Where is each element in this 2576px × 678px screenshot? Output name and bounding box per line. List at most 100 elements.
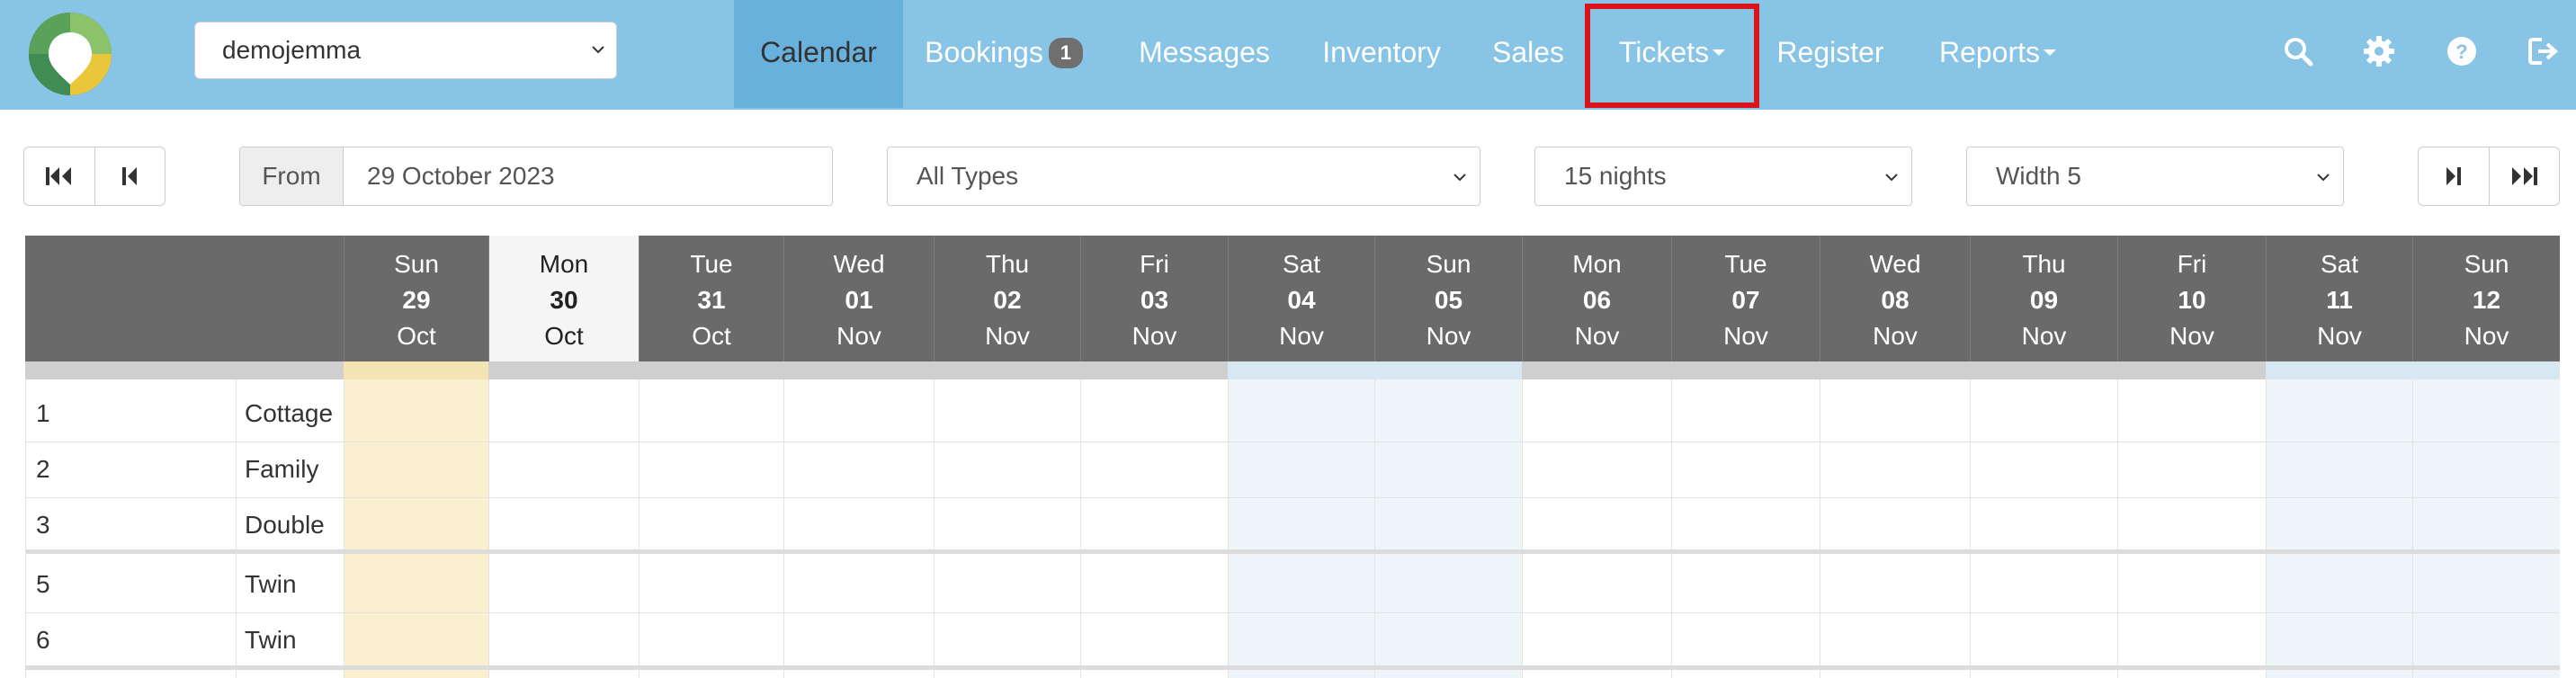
nav-bookings[interactable]: Bookings 1 (914, 0, 1094, 108)
prev-page-button[interactable] (94, 147, 165, 205)
day-header-month: Oct (544, 322, 584, 350)
day-header-dow: Wed (1869, 250, 1921, 278)
day-header[interactable]: Fri 10 Nov (2117, 236, 2266, 361)
day-header-month: Nov (2021, 322, 2067, 350)
skip-back-icon (45, 167, 71, 185)
day-header-month: Nov (2464, 322, 2509, 350)
first-page-button[interactable] (24, 147, 94, 205)
header-strip (1970, 361, 2117, 379)
help-icon[interactable]: ? (2445, 34, 2479, 68)
day-header-month: Nov (1723, 322, 1768, 350)
next-page-button[interactable] (2419, 147, 2489, 205)
column-divider (25, 379, 26, 678)
day-header-dow: Mon (1572, 250, 1622, 278)
day-header[interactable]: Wed 08 Nov (1820, 236, 1970, 361)
room-row: 2 Family (25, 442, 2560, 498)
nav-reports[interactable]: Reports (1930, 0, 2065, 108)
day-header-dow: Thu (2022, 250, 2066, 278)
nav-register[interactable]: Register (1772, 0, 1889, 108)
day-header-num: 07 (1731, 286, 1760, 314)
day-header-num: 03 (1140, 286, 1169, 314)
day-header-num: 09 (2029, 286, 2059, 314)
nights-select-value: 15 nights (1564, 162, 1667, 190)
nights-select[interactable]: 15 nights (1534, 147, 1912, 206)
day-header-month: Nov (2169, 322, 2214, 350)
last-page-button[interactable] (2488, 147, 2560, 205)
day-header-num: 08 (1881, 286, 1910, 314)
gear-icon[interactable] (2362, 34, 2396, 68)
day-header-dow: Tue (690, 250, 733, 278)
nav-calendar-label: Calendar (760, 36, 877, 68)
day-header-num: 04 (1287, 286, 1316, 314)
header-strip (1080, 361, 1228, 379)
nav-messages[interactable]: Messages (1128, 0, 1281, 108)
top-navbar: demojemma Calendar Bookings 1 Messages In… (0, 0, 2576, 110)
room-number: 3 (36, 511, 50, 539)
day-header-month: Nov (836, 322, 881, 350)
header-strip (488, 361, 639, 379)
step-forward-icon (2446, 167, 2461, 185)
room-type: Twin (245, 570, 297, 598)
header-strip (2266, 361, 2412, 379)
day-header-month: Oct (692, 322, 731, 350)
day-header[interactable]: Fri 03 Nov (1080, 236, 1228, 361)
day-header[interactable]: Sat 11 Nov (2266, 236, 2412, 361)
day-header-num: 05 (1434, 286, 1463, 314)
day-header-dow: Sat (2320, 250, 2359, 278)
nav-bookings-label: Bookings (925, 36, 1043, 68)
from-date-input[interactable]: 29 October 2023 (344, 147, 832, 205)
property-select[interactable]: demojemma (194, 22, 617, 79)
day-header-num: 02 (993, 286, 1022, 314)
search-icon[interactable] (2281, 34, 2315, 68)
room-row: 1 Cottage (25, 387, 2560, 442)
day-header[interactable]: Thu 02 Nov (934, 236, 1080, 361)
header-strip (344, 361, 488, 379)
header-strip (1228, 361, 1374, 379)
day-header-dow: Sun (394, 250, 439, 278)
group-divider (25, 665, 2560, 670)
day-header-dow: Fri (1140, 250, 1169, 278)
day-header[interactable]: Tue 07 Nov (1671, 236, 1820, 361)
next-nav-group (2418, 147, 2560, 206)
day-header[interactable]: Sun 05 Nov (1374, 236, 1522, 361)
day-header-dow: Sat (1282, 250, 1321, 278)
room-row: 3 Double (25, 498, 2560, 554)
nav-calendar[interactable]: Calendar (734, 0, 903, 108)
calendar-header-corner (25, 236, 344, 361)
from-date-group: From 29 October 2023 (239, 147, 833, 206)
nav-inventory-label: Inventory (1322, 36, 1441, 68)
logout-icon[interactable] (2526, 34, 2560, 68)
day-header[interactable]: Sun 29 Oct (344, 236, 488, 361)
day-header-num: 31 (697, 286, 726, 314)
room-type: Cottage (245, 399, 334, 427)
chevron-down-icon (1885, 174, 1898, 182)
day-header[interactable]: Thu 09 Nov (1970, 236, 2117, 361)
header-strip (1374, 361, 1522, 379)
from-label: From (240, 147, 344, 205)
logo[interactable] (27, 11, 113, 97)
day-header-month: Nov (1131, 322, 1177, 350)
nav-sales[interactable]: Sales (1489, 0, 1567, 108)
width-select[interactable]: Width 5 (1966, 147, 2344, 206)
header-strip (2117, 361, 2266, 379)
day-header[interactable]: Sun 12 Nov (2412, 236, 2560, 361)
nav-inventory[interactable]: Inventory (1310, 0, 1453, 108)
day-header-num: 30 (550, 286, 578, 314)
width-select-value: Width 5 (1996, 162, 2081, 190)
day-header-dow: Tue (1724, 250, 1767, 278)
header-strip (25, 361, 344, 379)
day-header-month: Nov (985, 322, 1030, 350)
room-type-select[interactable]: All Types (887, 147, 1480, 206)
day-header-month: Nov (1279, 322, 1324, 350)
day-header-dow: Wed (833, 250, 885, 278)
day-header[interactable]: Mon 06 Nov (1522, 236, 1671, 361)
column-divider (236, 379, 237, 678)
day-header[interactable]: Sat 04 Nov (1228, 236, 1374, 361)
header-strip (639, 361, 783, 379)
header-strip (1522, 361, 1671, 379)
day-header-num: 01 (845, 286, 873, 314)
day-header[interactable]: Wed 01 Nov (783, 236, 934, 361)
day-header[interactable]: Tue 31 Oct (639, 236, 783, 361)
day-header[interactable]: Mon 30 Oct (488, 236, 639, 361)
prev-nav-group (23, 147, 165, 206)
